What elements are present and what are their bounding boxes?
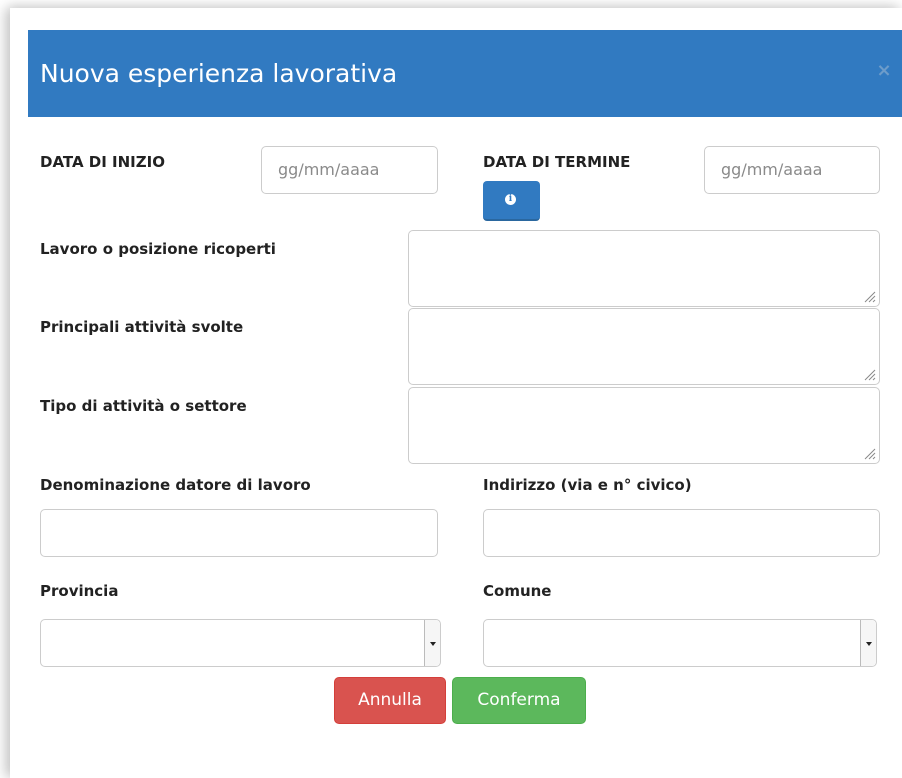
main-activities-textarea[interactable]	[408, 308, 880, 385]
province-label: Provincia	[40, 582, 119, 600]
municipality-label: Comune	[483, 582, 552, 600]
cancel-button[interactable]: Annulla	[334, 677, 446, 724]
municipality-select[interactable]	[483, 619, 877, 667]
resize-grip-icon[interactable]	[864, 448, 876, 460]
province-select[interactable]	[40, 619, 441, 667]
employer-name-input[interactable]	[40, 509, 438, 557]
info-circle-icon: i	[505, 194, 516, 205]
start-date-label: DATA DI INIZIO	[40, 153, 165, 171]
resize-grip-icon[interactable]	[864, 291, 876, 303]
activity-type-label: Tipo di attività o settore	[40, 397, 247, 415]
chevron-down-icon[interactable]	[424, 620, 440, 666]
activity-type-textarea[interactable]	[408, 387, 880, 464]
confirm-button[interactable]: Conferma	[452, 677, 586, 724]
address-label: Indirizzo (via e n° civico)	[483, 476, 692, 494]
modal-title: Nuova esperienza lavorativa	[40, 59, 398, 88]
main-activities-label: Principali attività svolte	[40, 318, 244, 336]
end-date-label: DATA DI TERMINE	[483, 153, 631, 171]
start-date-input[interactable]: gg/mm/aaaa	[261, 146, 438, 194]
address-input[interactable]	[483, 509, 880, 557]
job-position-label: Lavoro o posizione ricoperti	[40, 240, 276, 258]
employer-name-label: Denominazione datore di lavoro	[40, 476, 311, 494]
close-icon[interactable]: ×	[874, 60, 894, 82]
modal-header: Nuova esperienza lavorativa ×	[28, 30, 902, 117]
end-date-input[interactable]: gg/mm/aaaa	[704, 146, 880, 194]
job-position-textarea[interactable]	[408, 230, 880, 307]
chevron-down-icon[interactable]	[860, 620, 876, 666]
resize-grip-icon[interactable]	[864, 369, 876, 381]
end-date-info-button[interactable]: i	[483, 181, 540, 221]
